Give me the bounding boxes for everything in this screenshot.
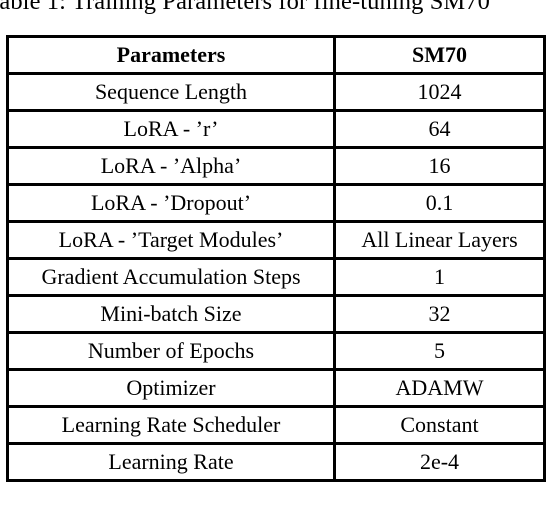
header-parameters: Parameters: [6, 35, 336, 75]
parameter-name: LoRA - ’Dropout’: [6, 183, 336, 223]
table-row: LoRA - ’Dropout’ 0.1: [6, 183, 546, 223]
parameter-value: 1: [333, 257, 546, 297]
training-parameters-table: Parameters SM70 Sequence Length 1024 LoR…: [6, 35, 546, 482]
table-row: Number of Epochs 5: [6, 331, 546, 371]
table-row: Sequence Length 1024: [6, 72, 546, 112]
parameter-value: 1024: [333, 72, 546, 112]
parameter-name: Gradient Accumulation Steps: [6, 257, 336, 297]
table-row: LoRA - ’Target Modules’ All Linear Layer…: [6, 220, 546, 260]
parameter-value: 0.1: [333, 183, 546, 223]
table-row: Learning Rate 2e-4: [6, 442, 546, 482]
table-row: Mini-batch Size 32: [6, 294, 546, 334]
parameter-name: Learning Rate: [6, 442, 336, 482]
parameter-name: Number of Epochs: [6, 331, 336, 371]
parameter-value: All Linear Layers: [333, 220, 546, 260]
table-caption: Table 1: Training Parameters for fine-tu…: [0, 0, 491, 15]
parameters-table-container: Parameters SM70 Sequence Length 1024 LoR…: [6, 35, 546, 482]
parameter-name: Sequence Length: [6, 72, 336, 112]
parameter-value: 16: [333, 146, 546, 186]
parameter-value: 2e-4: [333, 442, 546, 482]
parameter-name: Mini-batch Size: [6, 294, 336, 334]
table-row: LoRA - ’Alpha’ 16: [6, 146, 546, 186]
parameter-name: LoRA - ’Alpha’: [6, 146, 336, 186]
parameter-value: 32: [333, 294, 546, 334]
parameter-name: LoRA - ’r’: [6, 109, 336, 149]
table-header-row: Parameters SM70: [6, 35, 546, 75]
header-sm70: SM70: [333, 35, 546, 75]
table-row: LoRA - ’r’ 64: [6, 109, 546, 149]
parameter-value: 64: [333, 109, 546, 149]
parameter-name: LoRA - ’Target Modules’: [6, 220, 336, 260]
table-row: Gradient Accumulation Steps 1: [6, 257, 546, 297]
parameter-value: Constant: [333, 405, 546, 445]
table-row: Learning Rate Scheduler Constant: [6, 405, 546, 445]
table-row: Optimizer ADAMW: [6, 368, 546, 408]
parameter-value: ADAMW: [333, 368, 546, 408]
parameter-name: Optimizer: [6, 368, 336, 408]
parameter-value: 5: [333, 331, 546, 371]
parameter-name: Learning Rate Scheduler: [6, 405, 336, 445]
